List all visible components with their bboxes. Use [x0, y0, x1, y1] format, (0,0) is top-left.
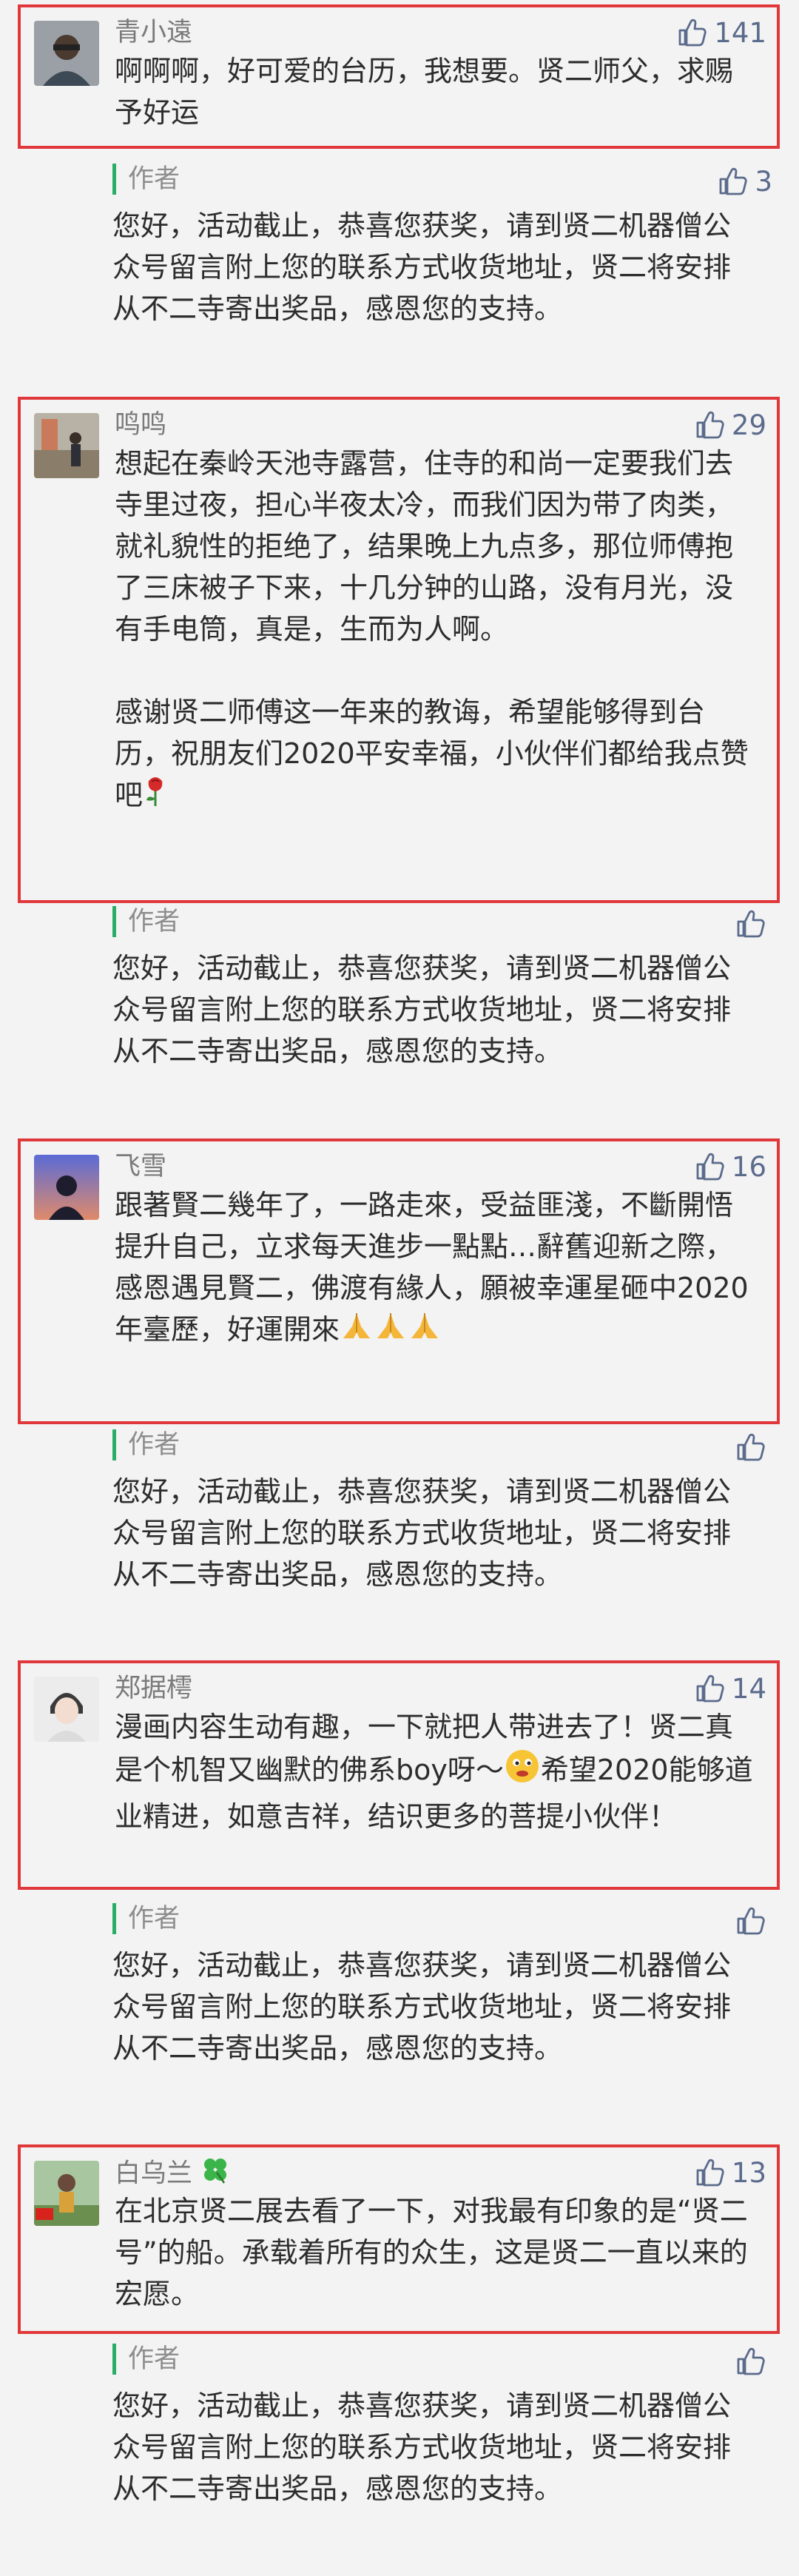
comment-card: 青小遠 141 啊啊啊，好可爱的台历，我想要。贤二师父，求赐予好运 — [18, 4, 780, 149]
thumbs-up-icon — [735, 909, 765, 939]
reply-like-button[interactable] — [735, 1429, 772, 1465]
rose-emoji — [143, 775, 168, 819]
comment-text: 啊啊啊，好可爱的台历，我想要。贤二师父，求赐予好运 — [115, 55, 734, 129]
reply-like-button[interactable] — [735, 2344, 772, 2379]
like-count: 141 — [714, 16, 766, 49]
like-button[interactable]: 29 — [695, 407, 766, 443]
author-label: 作者 — [112, 164, 180, 195]
praying-hands-emoji — [340, 1309, 374, 1354]
four-leaf-clover-emoji — [200, 2155, 230, 2194]
thumbs-up-icon — [677, 18, 707, 47]
comment-text: 在北京贤二展去看了一下，对我最有印象的是“贤二号”的船。承载着所有的众生，这是贤… — [115, 2195, 748, 2310]
thumbs-up-icon — [695, 1674, 724, 1703]
praying-hands-emoji — [374, 1309, 408, 1354]
comment-username[interactable]: 白乌兰 — [115, 2155, 230, 2194]
avatar[interactable] — [34, 413, 99, 478]
author-label: 作者 — [112, 906, 180, 937]
comment-text: 想起在秦岭天池寺露营，住寺的和尚一定要我们去寺里过夜，担心半夜太冷，而我们因为带… — [115, 443, 755, 819]
avatar[interactable] — [34, 21, 99, 86]
thumbs-up-icon — [695, 1152, 724, 1181]
reply-like-count: 3 — [755, 165, 772, 198]
author-reply: 作者 您好，活动截止，恭喜您获奖，请到贤二机器僧公众号留言附上您的联系方式收货地… — [112, 1425, 771, 1640]
comment-paragraph: 想起在秦岭天池寺露营，住寺的和尚一定要我们去寺里过夜，担心半夜太冷，而我们因为带… — [115, 447, 734, 645]
praying-hands-emoji — [408, 1309, 442, 1354]
comment-username[interactable]: 飞雪 — [115, 1149, 166, 1184]
reply-text: 您好，活动截止，恭喜您获奖，请到贤二机器僧公众号留言附上您的联系方式收货地址，贤… — [112, 1475, 732, 1591]
reply-text: 您好，活动截止，恭喜您获奖，请到贤二机器僧公众号留言附上您的联系方式收货地址，贤… — [112, 952, 732, 1067]
avatar[interactable] — [34, 1155, 99, 1220]
thumbs-up-icon — [735, 2347, 765, 2376]
author-label: 作者 — [112, 2344, 180, 2375]
author-reply: 作者 3 您好，活动截止，恭喜您获奖，请到贤二机器僧公众号留言附上您的联系方式收… — [112, 159, 772, 374]
reply-like-button[interactable] — [735, 1903, 772, 1939]
thumbs-up-icon — [735, 1906, 765, 1936]
author-reply: 作者 您好，活动截止，恭喜您获奖，请到贤二机器僧公众号留言附上您的联系方式收货地… — [112, 902, 771, 1116]
reply-like-button[interactable] — [735, 906, 772, 942]
avatar[interactable] — [34, 1677, 99, 1742]
comment-text: 跟著賢二幾年了，一路走來，受益匪淺，不斷開悟提升自己，立求每天進步一點點…辭舊迎… — [115, 1184, 755, 1354]
comment-card: 郑据樗 14 漫画内容生动有趣，一下就把人带进去了！贤二真是个机智又幽默的佛系b… — [18, 1660, 780, 1890]
like-count: 13 — [731, 2156, 766, 2189]
author-label: 作者 — [112, 1429, 180, 1460]
thumbs-up-icon — [695, 2158, 724, 2187]
comment-paragraph: 感谢贤二师傅这一年来的教诲，希望能够得到台历，祝朋友们2020平安幸福，小伙伴们… — [115, 691, 755, 819]
comment-username[interactable]: 鸣鸣 — [115, 407, 166, 443]
comment-card: 鸣鸣 29 想起在秦岭天池寺露营，住寺的和尚一定要我们去寺里过夜，担心半夜太冷，… — [18, 397, 780, 903]
comment-username[interactable]: 青小遠 — [115, 15, 192, 50]
author-reply: 作者 您好，活动截止，恭喜您获奖，请到贤二机器僧公众号留言附上您的联系方式收货地… — [112, 2339, 771, 2561]
like-button[interactable]: 14 — [695, 1671, 766, 1706]
thumbs-up-icon — [735, 1432, 765, 1462]
like-button[interactable]: 13 — [695, 2155, 766, 2190]
author-label: 作者 — [112, 1903, 180, 1934]
reply-text: 您好，活动截止，恭喜您获奖，请到贤二机器僧公众号留言附上您的联系方式收货地址，贤… — [112, 209, 732, 325]
like-button[interactable]: 141 — [677, 15, 766, 50]
avatar[interactable] — [34, 2161, 99, 2226]
comment-username[interactable]: 郑据樗 — [115, 1671, 192, 1706]
like-count: 29 — [731, 409, 766, 441]
reply-like-button[interactable]: 3 — [718, 164, 772, 199]
reply-text: 您好，活动截止，恭喜您获奖，请到贤二机器僧公众号留言附上您的联系方式收货地址，贤… — [112, 2389, 732, 2505]
author-reply: 作者 您好，活动截止，恭喜您获奖，请到贤二机器僧公众号留言附上您的联系方式收货地… — [112, 1899, 771, 2113]
like-count: 14 — [731, 1672, 766, 1705]
comment-card: 白乌兰 13 在北京贤二展去看了一下，对我最有印象的是“贤二号”的船。承载着所有… — [18, 2144, 780, 2334]
comment-card: 飞雪 16 跟著賢二幾年了，一路走來，受益匪淺，不斷開悟提升自己，立求每天進步一… — [18, 1138, 780, 1424]
thumbs-up-icon — [695, 410, 724, 440]
reply-text: 您好，活动截止，恭喜您获奖，请到贤二机器僧公众号留言附上您的联系方式收货地址，贤… — [112, 1949, 732, 2065]
grinning-face-emoji — [504, 1748, 541, 1796]
like-count: 16 — [731, 1150, 766, 1183]
comment-text: 漫画内容生动有趣，一下就把人带进去了！贤二真是个机智又幽默的佛系boy呀～ 希望2… — [115, 1711, 753, 1833]
thumbs-up-icon — [718, 167, 747, 196]
like-button[interactable]: 16 — [695, 1149, 766, 1184]
